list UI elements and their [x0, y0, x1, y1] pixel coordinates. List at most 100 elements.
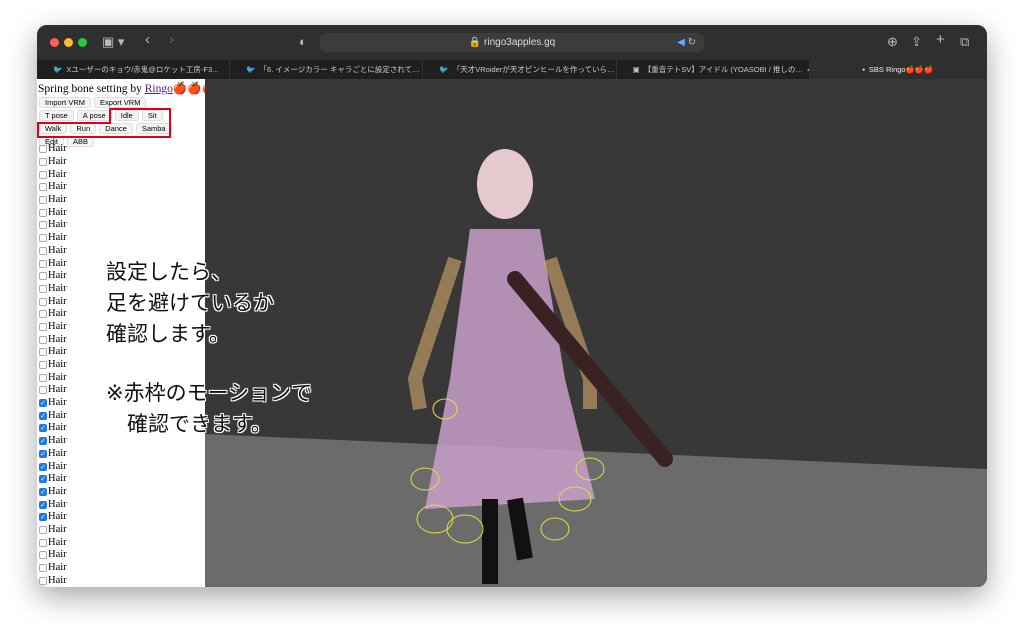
minimize-button[interactable]: [64, 38, 73, 47]
bone-label: Hair: [48, 422, 67, 434]
bone-list-item: Hair: [37, 359, 205, 372]
tab-label: 「6. イメージカラー キャラごとに設定されて…: [259, 65, 420, 74]
zoom-button[interactable]: [78, 38, 87, 47]
bone-checkbox[interactable]: ✓: [39, 475, 47, 484]
bone-label: Hair: [48, 295, 67, 307]
bone-checkbox[interactable]: [39, 234, 47, 243]
import-vrm-button[interactable]: Import VRM: [39, 97, 92, 108]
bone-label: Hair: [48, 156, 67, 168]
bone-list-item: Hair: [37, 245, 205, 258]
bone-list-item: ✓ Hair: [37, 473, 205, 486]
bone-label: Hair: [48, 536, 67, 548]
bone-label: Hair: [48, 447, 67, 459]
bone-label: Hair: [48, 346, 67, 358]
bone-label: Hair: [48, 498, 67, 510]
bone-label: Hair: [48, 511, 67, 523]
bone-checkbox[interactable]: [39, 373, 47, 382]
bone-checkbox[interactable]: ✓: [39, 449, 47, 458]
twitter-icon: 🐦: [439, 65, 449, 74]
bone-checkbox[interactable]: [39, 335, 47, 344]
floor: [205, 434, 987, 587]
bone-checkbox[interactable]: [39, 284, 47, 293]
bone-list-item: Hair: [37, 219, 205, 232]
3d-scene[interactable]: [205, 79, 987, 587]
annotation-text-2: ※赤枠のモーションで 確認できます。: [106, 381, 313, 436]
browser-toolbar: ▣ ▾ ‹ › ◐ 🔒 ringo3apples.gq ◀ ↻ ⊕ ⇪ + ⧉: [37, 25, 987, 60]
bone-checkbox[interactable]: [39, 221, 47, 230]
bone-label: Hair: [48, 473, 67, 485]
tab-3[interactable]: 🐦 「天才VRoiderが天才ピンヒールを作っていら…: [423, 60, 617, 79]
bone-checkbox[interactable]: [39, 183, 47, 192]
bone-list-item: ✓ Hair: [37, 486, 205, 499]
3d-viewport[interactable]: [205, 79, 987, 587]
bone-checkbox[interactable]: ✓: [39, 487, 47, 496]
bone-checkbox[interactable]: [39, 525, 47, 534]
bone-checkbox[interactable]: [39, 386, 47, 395]
bone-checkbox[interactable]: [39, 208, 47, 217]
share-icon[interactable]: ⇪: [911, 34, 922, 50]
address-bar[interactable]: 🔒 ringo3apples.gq ◀ ↻: [320, 33, 704, 52]
tab-4[interactable]: ▣【重音テトSV】アイドル (YOASOBI / 推しの…◀: [617, 60, 810, 79]
bone-list-item: ✓ Hair: [37, 460, 205, 473]
sidebar-icon[interactable]: ▣ ▾: [102, 34, 124, 50]
bone-checkbox[interactable]: [39, 272, 47, 281]
bone-label: Hair: [48, 320, 67, 332]
author-link[interactable]: Ringo: [145, 83, 173, 95]
tab-overview-icon[interactable]: ⧉: [960, 34, 969, 50]
bone-list-item: Hair: [37, 574, 205, 587]
bone-checkbox[interactable]: ✓: [39, 424, 47, 433]
bone-checkbox[interactable]: [39, 348, 47, 357]
bone-checkbox[interactable]: ✓: [39, 399, 47, 408]
bone-checkbox[interactable]: ✓: [39, 513, 47, 522]
a-pose-button[interactable]: A pose: [76, 110, 112, 121]
bone-checkbox[interactable]: [39, 564, 47, 573]
bone-checkbox[interactable]: ✓: [39, 437, 47, 446]
bone-list-item: Hair: [37, 168, 205, 181]
tab-2[interactable]: 🐦 「6. イメージカラー キャラごとに設定されて…: [230, 60, 424, 79]
bone-checkbox[interactable]: ✓: [39, 411, 47, 420]
forward-icon[interactable]: ›: [169, 31, 174, 48]
back-icon[interactable]: ‹: [145, 31, 150, 48]
bone-list-item: Hair: [37, 194, 205, 207]
bone-label: Hair: [48, 143, 67, 155]
bone-checkbox[interactable]: [39, 576, 47, 585]
bone-list-item: Hair: [37, 562, 205, 575]
tab-label: 【重音テトSV】アイドル (YOASOBI / 推しの…: [643, 65, 803, 74]
bone-checkbox[interactable]: [39, 158, 47, 167]
export-vrm-button[interactable]: Export VRM: [94, 97, 147, 108]
bone-label: Hair: [48, 270, 67, 282]
bone-checkbox[interactable]: [39, 246, 47, 255]
bone-checkbox[interactable]: [39, 538, 47, 547]
bone-checkbox[interactable]: [39, 361, 47, 370]
bone-list-item: Hair: [37, 181, 205, 194]
privacy-shield-icon[interactable]: ◐: [299, 34, 307, 49]
bone-label: Hair: [48, 232, 67, 244]
bone-checkbox[interactable]: [39, 551, 47, 560]
bone-checkbox[interactable]: [39, 170, 47, 179]
bone-checkbox[interactable]: [39, 196, 47, 205]
bone-checkbox[interactable]: [39, 145, 47, 154]
bone-checkbox[interactable]: [39, 297, 47, 306]
bone-checkbox[interactable]: [39, 259, 47, 268]
bone-label: Hair: [48, 371, 67, 383]
t-pose-button[interactable]: T pose: [39, 110, 74, 121]
bone-list-item: Hair: [37, 156, 205, 169]
tab-1[interactable]: 🐦 Xユーザーのキョウ/赤鬼@ロケット工房-F3...: [37, 60, 231, 79]
bone-label: Hair: [48, 523, 67, 535]
bone-checkbox[interactable]: ✓: [39, 462, 47, 471]
bone-list: Hair Hair Hair Hair Hair Hair Hair Hair Hair Hair…: [37, 143, 205, 587]
audio-icon[interactable]: ◀ ↻: [677, 33, 696, 52]
close-button[interactable]: [50, 38, 59, 47]
annotation-text-1: 設定したら、 足を避けているか 確認します。: [106, 260, 274, 346]
site-icon: ▪: [862, 65, 865, 74]
twitter-icon: 🐦: [53, 65, 63, 74]
bone-label: Hair: [48, 219, 67, 231]
bone-checkbox[interactable]: ✓: [39, 500, 47, 509]
tab-5-active[interactable]: ▪ SBS Ringo🍎🍎🍎: [809, 60, 987, 79]
bone-checkbox[interactable]: [39, 310, 47, 319]
bone-label: Hair: [48, 562, 67, 574]
new-tab-icon[interactable]: +: [936, 31, 945, 48]
bone-checkbox[interactable]: [39, 322, 47, 331]
bone-label: Hair: [48, 181, 67, 193]
downloads-icon[interactable]: ⊕: [887, 34, 898, 50]
